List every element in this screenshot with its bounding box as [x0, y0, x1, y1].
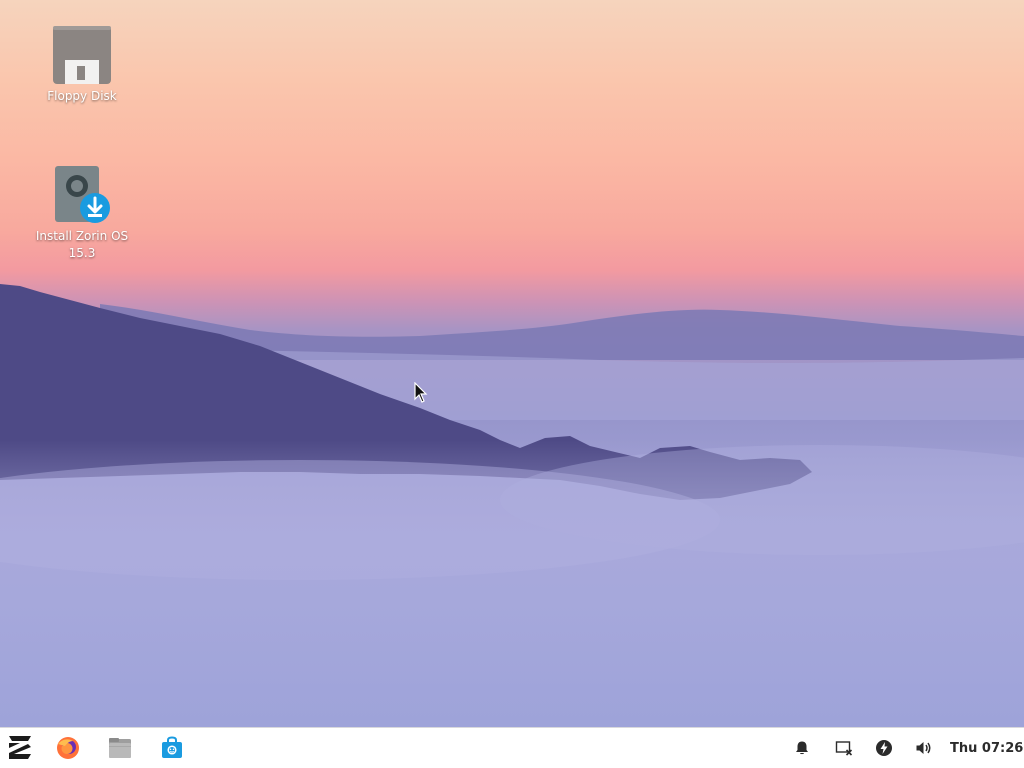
power-icon — [876, 740, 892, 756]
clock[interactable]: Thu 07:26 — [950, 728, 1024, 768]
zorin-menu-button[interactable] — [0, 728, 40, 768]
volume-icon — [916, 742, 931, 754]
wallpaper — [0, 284, 1024, 727]
bell-icon — [796, 741, 808, 755]
desktop[interactable]: Floppy Disk Install Zorin OS 15.3 — [0, 0, 1024, 727]
power-button[interactable] — [864, 728, 904, 768]
desktop-icon-install-zorin[interactable]: Install Zorin OS 15.3 — [27, 164, 137, 262]
firefox-launcher-button[interactable] — [48, 728, 88, 768]
firefox-icon — [57, 737, 79, 759]
files-icon — [109, 738, 131, 758]
mouse-cursor-icon — [414, 382, 428, 403]
files-launcher-button[interactable] — [100, 728, 140, 768]
notifications-button[interactable] — [782, 728, 822, 768]
zorin-logo-icon — [9, 736, 31, 759]
desktop-icon-label: Install Zorin OS 15.3 — [35, 229, 129, 260]
display-icon — [835, 741, 853, 756]
software-store-icon — [162, 736, 182, 758]
desktop-icon-floppy-disk[interactable]: Floppy Disk — [27, 26, 137, 105]
taskbar: Thu 07:26 — [0, 727, 1024, 768]
desktop-icon-label: Floppy Disk — [47, 89, 117, 103]
floppy-disk-icon — [53, 26, 111, 84]
display-button[interactable] — [824, 728, 864, 768]
volume-button[interactable] — [904, 728, 944, 768]
software-launcher-button[interactable] — [152, 728, 192, 768]
install-disk-icon — [55, 166, 110, 223]
